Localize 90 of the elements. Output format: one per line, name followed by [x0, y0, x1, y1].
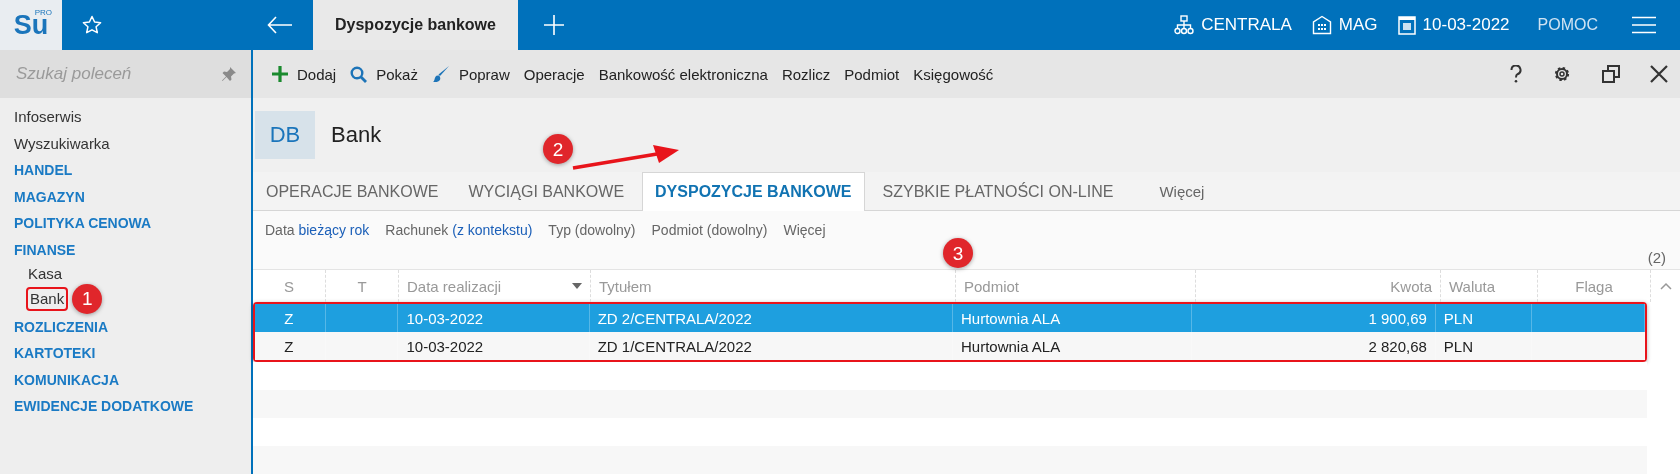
callout-badge: 2	[543, 134, 573, 164]
filter-link[interactable]: Rachunek (z kontekstu)	[385, 222, 533, 238]
tab[interactable]: OPERACJE BANKOWE	[254, 173, 451, 210]
search-input[interactable]: Szukaj poleceń	[14, 63, 221, 85]
column-header[interactable]: Data realizacji	[399, 270, 591, 302]
sidebar-item[interactable]: Wyszukiwarka	[14, 134, 110, 152]
column-header[interactable]: Podmiot	[956, 270, 1196, 302]
sidebar-item[interactable]: Bank	[26, 286, 69, 311]
restore-window-icon[interactable]	[1602, 65, 1620, 83]
sidebar-item[interactable]: Infoserwis	[14, 108, 82, 125]
tab[interactable]: WYCIĄGI BANKOWE	[456, 173, 637, 210]
callout-badge: 1	[72, 283, 103, 314]
sidebar-item[interactable]: MAGAZYN	[14, 188, 85, 205]
table-cell: 10-03-2022	[406, 309, 484, 327]
open-tab[interactable]: Dyspozycje bankowe	[313, 0, 518, 50]
sort-caret-icon[interactable]	[572, 283, 582, 289]
help-icon[interactable]	[1510, 65, 1522, 83]
toolbar-button[interactable]: Bankowość elektroniczna	[591, 57, 775, 91]
plus-icon[interactable]	[543, 15, 564, 35]
column-header[interactable]: T	[326, 270, 399, 302]
help-link[interactable]: POMOC	[1537, 16, 1598, 34]
pin-icon[interactable]	[221, 66, 237, 82]
column-header[interactable]: Tytułem	[591, 270, 956, 302]
table-cell: Hurtownia ALA	[961, 309, 1061, 327]
sidebar-item[interactable]: EWIDENCJE DODATKOWE	[14, 398, 194, 415]
column-header[interactable]: Waluta	[1441, 270, 1538, 302]
filter-link[interactable]: Data bieżący rok	[265, 222, 370, 238]
toolbar-button[interactable]: Operacje	[516, 57, 592, 91]
column-label: Tytułem	[599, 277, 652, 295]
record-count: (2)	[1647, 249, 1666, 268]
context-selector[interactable]: MAG	[1311, 15, 1378, 35]
search-field[interactable]: Szukaj poleceń	[0, 50, 251, 98]
toolbar-button[interactable]: Pokaż	[343, 57, 425, 91]
plus-icon	[272, 66, 288, 82]
table-row[interactable]: Z 10-03-2022 ZD 2/CENTRALA/2022 Hurtownia ALA 1 900,69 PLN	[255, 304, 1645, 332]
table-cell: Hurtownia ALA	[961, 337, 1061, 355]
search-icon	[350, 65, 368, 83]
tab[interactable]: SZYBKIE PŁATNOŚCI ON-LINE	[870, 173, 1126, 210]
settings-icon[interactable]	[1552, 64, 1572, 84]
table-cell: 2 820,68	[1368, 337, 1427, 355]
toolbar-button[interactable]: Dodaj	[265, 57, 344, 91]
close-icon[interactable]	[1650, 65, 1668, 83]
toolbar-button[interactable]: Podmiot	[837, 57, 907, 91]
table-cell: 10-03-2022	[406, 337, 484, 355]
building-icon	[1311, 15, 1332, 35]
sidebar-item[interactable]: ROZLICZENIA	[14, 318, 109, 335]
filter-link[interactable]: Typ (dowolny)	[548, 222, 636, 238]
scroll-up-icon[interactable]	[1659, 282, 1672, 290]
column-header[interactable]: Flaga	[1538, 270, 1651, 302]
column-label: T	[357, 277, 367, 295]
toolbar-button[interactable]: Rozlicz	[774, 57, 838, 91]
table-cell: PLN	[1443, 337, 1474, 355]
app-logo[interactable]: SuPRO	[0, 0, 62, 50]
column-label: Data realizacji	[407, 277, 502, 295]
more-filters-link[interactable]: Więcej	[783, 222, 826, 238]
brush-icon	[431, 65, 450, 83]
column-label: Flaga	[1575, 277, 1613, 295]
column-header[interactable]: Kwota	[1196, 270, 1441, 302]
star-icon[interactable]	[82, 15, 102, 35]
module-badge: DB	[255, 111, 315, 159]
tab[interactable]: DYSPOZYCJE BANKOWE	[642, 172, 865, 211]
table-row[interactable]: Z 10-03-2022 ZD 1/CENTRALA/2022 Hurtownia ALA 2 820,68 PLN	[255, 332, 1645, 360]
sidebar-item[interactable]: KARTOTEKI	[14, 345, 96, 362]
column-label: Waluta	[1449, 277, 1496, 295]
page-title: Bank	[331, 122, 382, 148]
sidebar-item[interactable]: KOMUNIKACJA	[14, 371, 119, 388]
toolbar-button[interactable]: Popraw	[424, 57, 517, 91]
context-selector[interactable]: 10-03-2022	[1397, 15, 1510, 35]
table-cell: 1 900,69	[1368, 309, 1427, 327]
table-cell: ZD 1/CENTRALA/2022	[597, 337, 752, 355]
sidebar-item[interactable]: Kasa	[26, 263, 65, 284]
back-arrow-icon[interactable]	[267, 16, 293, 34]
table-cell: ZD 2/CENTRALA/2022	[597, 309, 752, 327]
column-label: Podmiot	[964, 277, 1020, 295]
filter-link[interactable]: Podmiot (dowolny)	[651, 222, 768, 238]
sidebar-item[interactable]: FINANSE	[14, 241, 76, 258]
column-label: S	[284, 277, 294, 295]
context-selector[interactable]: CENTRALA	[1174, 15, 1292, 35]
more-tabs-link[interactable]: Więcej	[1159, 183, 1205, 200]
column-header[interactable]: S	[253, 270, 326, 302]
table-cell: Z	[284, 309, 294, 327]
sidebar-item[interactable]: HANDEL	[14, 162, 73, 179]
table-cell: Z	[284, 337, 294, 355]
toolbar-button[interactable]: Księgowość	[906, 57, 1001, 91]
table-cell: PLN	[1443, 309, 1474, 327]
menu-icon[interactable]	[1632, 16, 1656, 34]
calendar-icon	[1397, 15, 1416, 35]
column-label: Kwota	[1390, 277, 1432, 295]
sidebar-item[interactable]: POLITYKA CENOWA	[14, 215, 152, 232]
org-chart-icon	[1174, 15, 1195, 35]
